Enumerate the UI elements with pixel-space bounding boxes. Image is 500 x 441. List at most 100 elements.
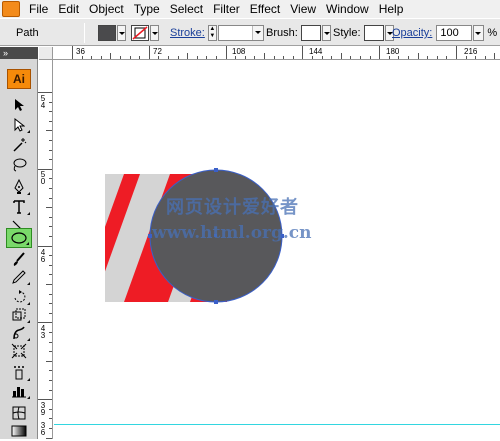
ruler-tick [120,56,121,59]
magic-wand-tool[interactable] [6,135,32,155]
ruler-tick [254,56,256,59]
menu-view[interactable]: View [285,0,321,18]
ruler-origin[interactable] [39,47,53,60]
ruler-tick [49,264,52,266]
ruler-tick [49,418,52,420]
vertical-ruler[interactable]: 5 4 5 0 4 6 4 3 3 9 3 6 [38,60,53,439]
ruler-tick [38,168,52,170]
fill-control [98,19,126,47]
paintbrush-tool[interactable] [6,249,32,269]
flyout-indicator [27,282,30,285]
menu-window[interactable]: Window [321,0,374,18]
opacity-control: Opacity: 100 % [392,19,497,47]
ruler-tick [49,408,52,410]
brush-dropdown[interactable] [321,25,331,41]
stroke-swatch[interactable] [131,25,149,41]
chevron-down-icon[interactable] [251,26,263,40]
ruler-label: 3 [40,331,46,340]
menu-edit[interactable]: Edit [53,0,84,18]
free-transform-tool[interactable] [6,341,32,361]
ruler-label: 36 [76,47,85,56]
menu-help[interactable]: Help [374,0,409,18]
direct-selection-tool[interactable] [6,115,32,135]
ruler-tick [91,56,93,59]
menu-filter[interactable]: Filter [208,0,245,18]
rotate-icon [14,290,26,303]
ruler-tick [475,56,477,59]
stroke-weight-control: Stroke: ▲ ▼ [170,19,264,47]
direct-selection-arrow-icon [14,118,25,132]
ellipse-tool[interactable] [6,228,32,248]
gradient-tool[interactable] [6,421,32,441]
ruler-tick [49,293,52,295]
ruler-tick [49,303,52,305]
style-label: Style: [333,27,361,39]
menu-effect[interactable]: Effect [245,0,285,18]
toolbox-header[interactable]: » [0,47,38,59]
selection-tool[interactable] [6,95,32,115]
ruler-tick [129,56,131,59]
opacity-field[interactable]: 100 [436,25,473,41]
stroke-dropdown[interactable] [150,25,159,41]
pen-tool[interactable] [6,177,32,197]
app-icon[interactable] [2,1,20,17]
flyout-indicator [27,130,30,133]
lasso-tool[interactable] [6,155,32,175]
ruler-tick [100,56,102,59]
menu-file[interactable]: File [24,0,53,18]
cyan-guide-line[interactable] [54,424,500,425]
artboard-canvas[interactable]: 网页设计爱好者 www.html.org.cn [54,61,500,439]
ruler-tick [72,46,73,59]
ruler-tick [369,56,371,59]
ruler-tick [148,46,150,59]
mesh-tool[interactable] [6,403,32,423]
ruler-tick [436,56,438,59]
ruler-tick [49,312,52,314]
anchor-point[interactable] [214,300,218,304]
ruler-tick [456,46,457,59]
ruler-tick [216,56,217,59]
type-tool[interactable] [6,197,32,217]
fill-swatch[interactable] [98,25,116,41]
ruler-tick [321,56,323,59]
menu-object[interactable]: Object [84,0,129,18]
scale-tool[interactable] [6,305,32,325]
opacity-label[interactable]: Opacity: [392,27,432,39]
anchor-point[interactable] [214,168,218,172]
column-graph-tool[interactable] [6,381,32,401]
ruler-tick [49,140,52,141]
selection-type-wrap: Path [16,19,39,47]
no-stroke-icon [132,26,148,40]
pencil-tool[interactable] [6,267,32,287]
stroke-spinner[interactable]: ▲ ▼ [207,25,217,41]
ruler-tick [398,56,400,59]
brush-swatch[interactable] [300,25,321,41]
free-transform-icon [11,343,27,359]
rotate-tool[interactable] [6,287,32,307]
menu-type[interactable]: Type [129,0,165,18]
ruler-label: 6 [40,428,46,437]
ruler-tick [49,351,52,353]
ruler-tick [110,53,112,59]
menu-select[interactable]: Select [165,0,208,18]
ruler-tick [49,332,52,333]
ruler-tick [244,56,246,59]
horizontal-ruler[interactable]: 36 72 108 144 180 216 [53,46,500,60]
symbol-sprayer-tool[interactable] [6,363,32,383]
style-swatch[interactable] [363,25,384,41]
ruler-tick [49,188,52,189]
ruler-tick [81,56,83,59]
toolbox: Ai [0,59,38,439]
stroke-label[interactable]: Stroke: [170,27,205,39]
stroke-weight-field[interactable] [217,25,264,41]
ruler-tick [38,245,52,247]
warp-tool[interactable] [6,323,32,343]
ruler-tick [46,207,52,209]
opacity-dropdown[interactable] [473,25,485,41]
ruler-tick [187,53,189,59]
ruler-tick [177,56,179,59]
ruler-label: 6 [40,255,46,264]
ruler-tick [302,46,304,59]
ruler-tick [484,56,486,59]
fill-dropdown[interactable] [117,25,126,41]
